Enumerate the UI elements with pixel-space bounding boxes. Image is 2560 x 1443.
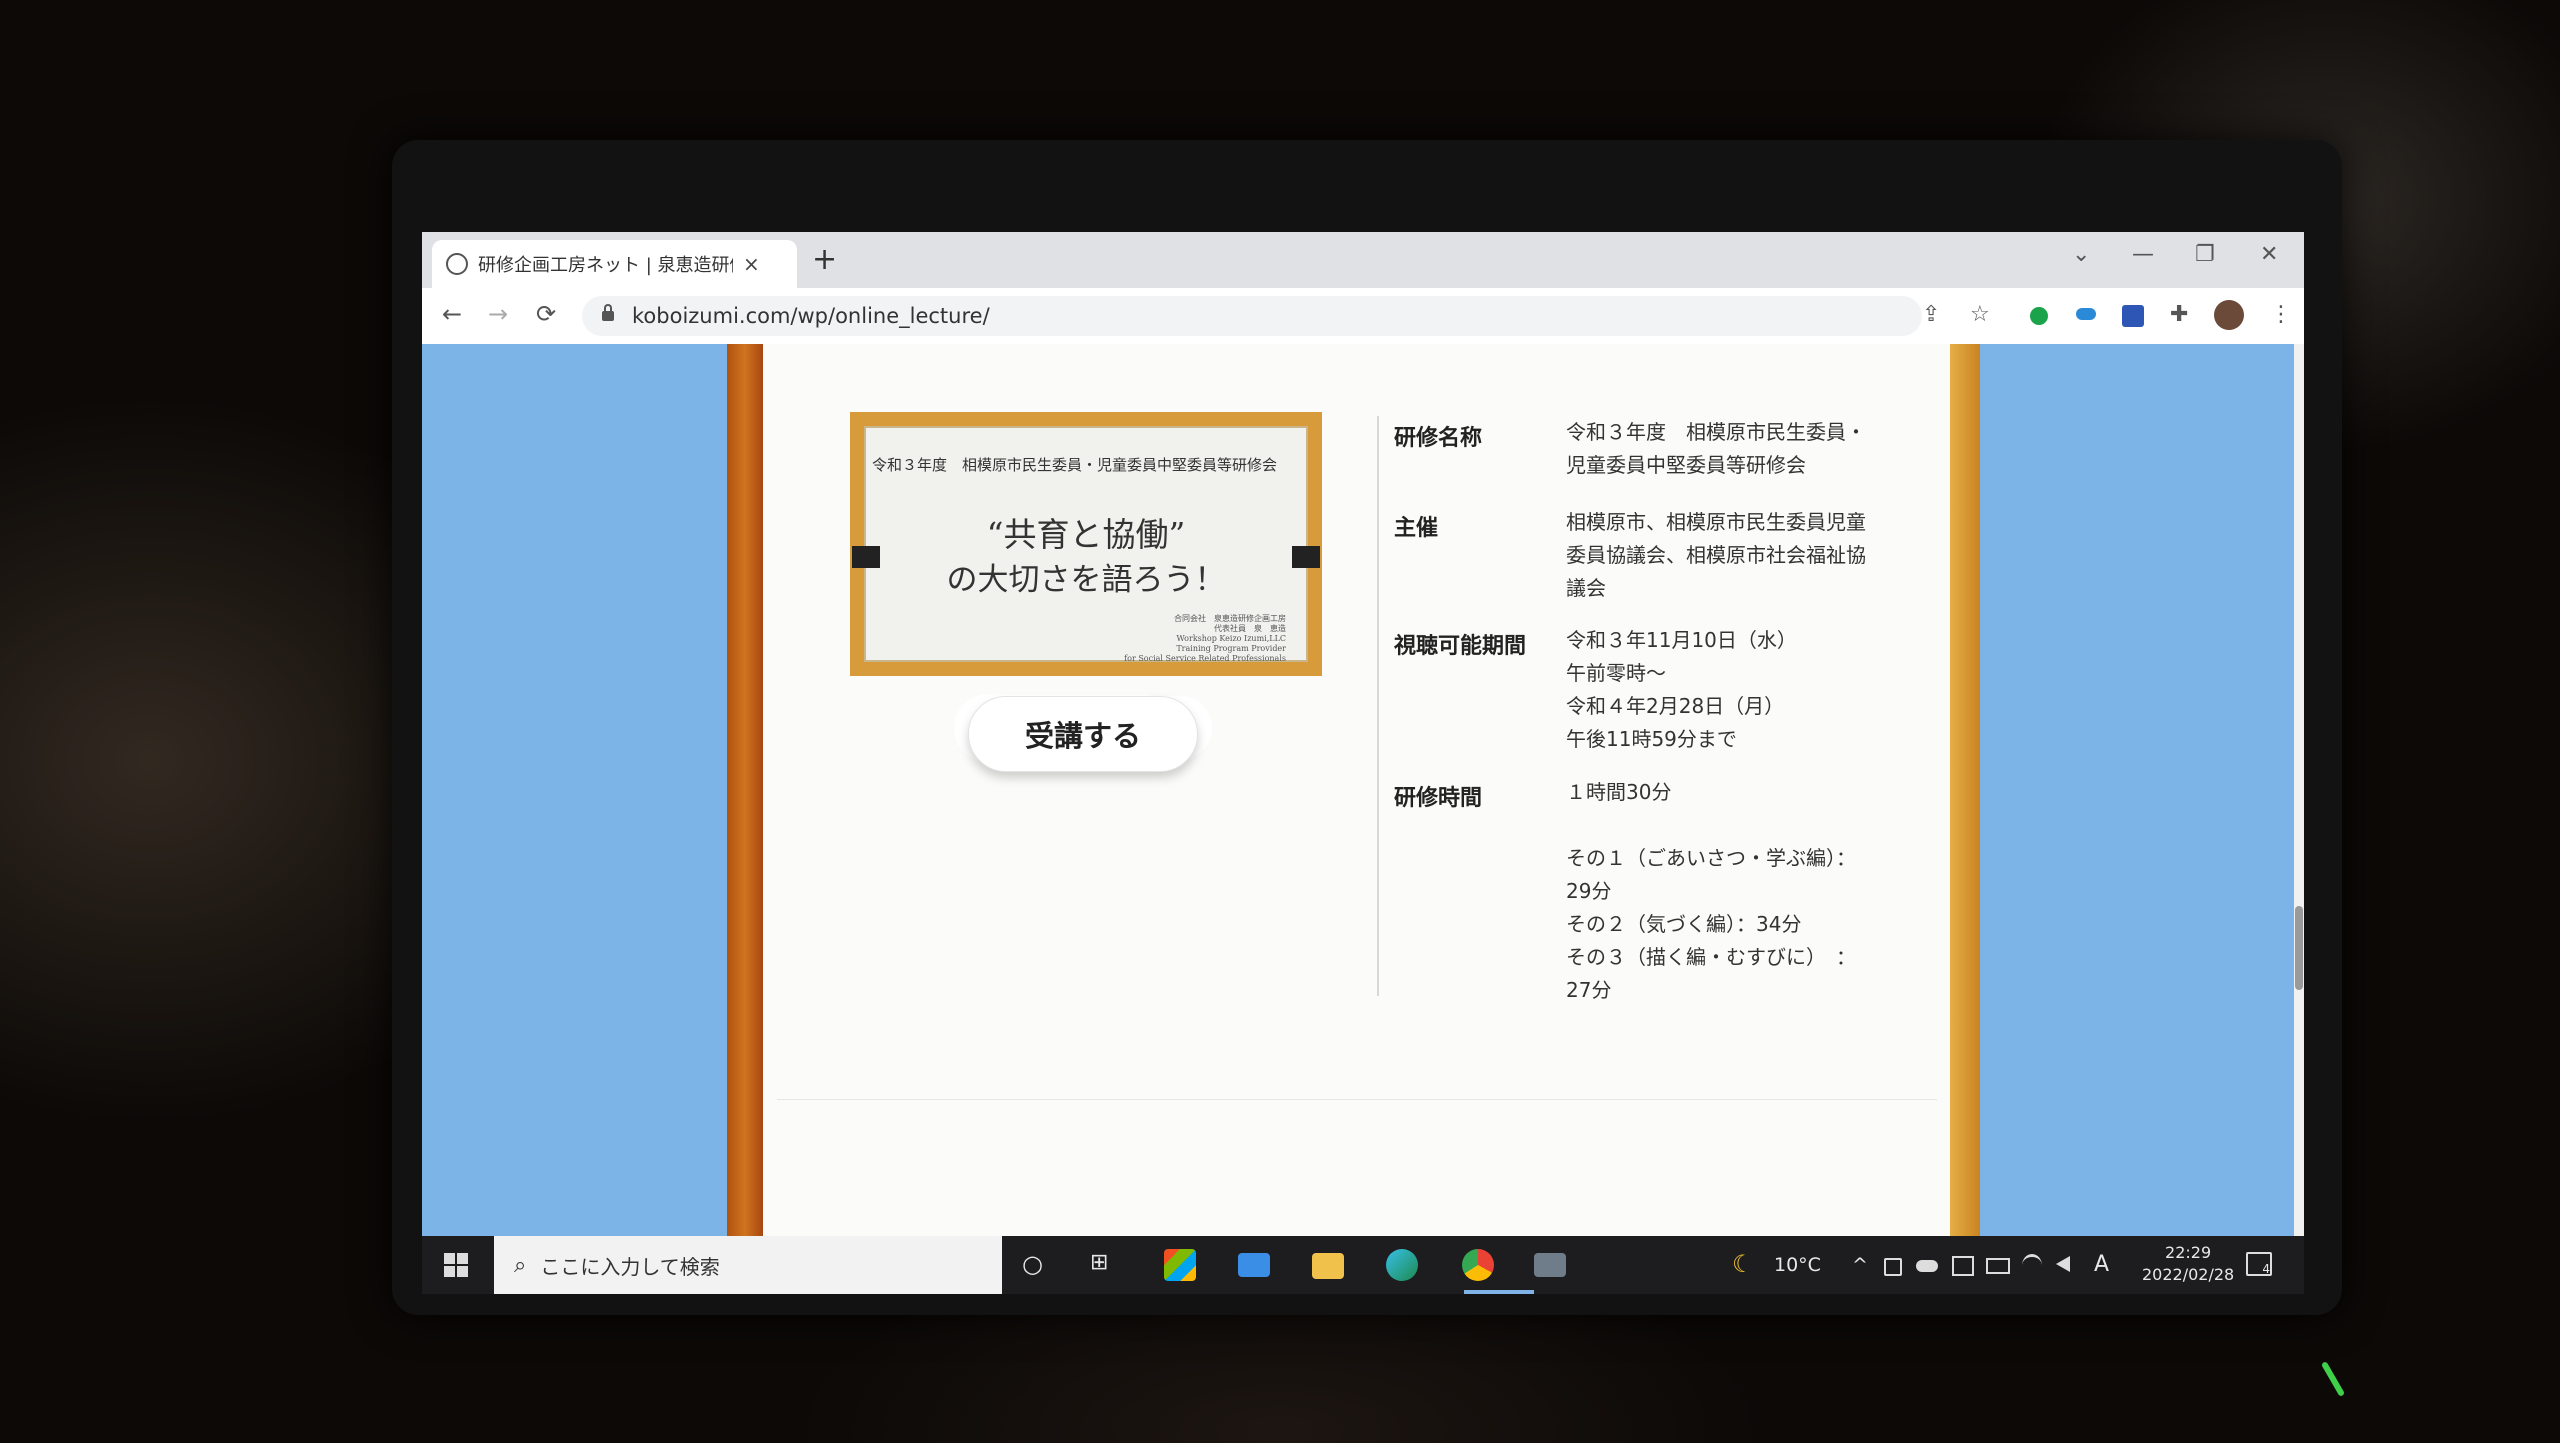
tab-title: 研修企画工房ネット | 泉恵造研修企 (478, 255, 733, 276)
clock-date: 2022/02/28 (2142, 1265, 2235, 1284)
tray-overflow-chevron-icon[interactable]: ^ (1852, 1254, 1868, 1276)
info-value-duration: １時間30分 その１（ごあいさつ・学ぶ編）：29分 その２（気づく編）：34分 … (1566, 780, 1856, 1002)
lecture-title-card-inner: 令和３年度 相模原市民生委員・児童委員中堅委員等研修会 “共育と協働” の大切さ… (852, 426, 1320, 663)
browser-tab[interactable]: 研修企画工房ネット | 泉恵造研修企 × (432, 240, 797, 288)
task-view-icon[interactable]: ⊞ (1090, 1250, 1108, 1275)
chrome-active-indicator (1464, 1290, 1534, 1294)
extensions-puzzle-icon[interactable]: ✚ (2170, 302, 2188, 327)
reload-button[interactable]: ⟳ (536, 300, 556, 328)
display-icon[interactable] (1952, 1256, 1974, 1276)
chrome-menu-icon[interactable]: ⋮ (2270, 302, 2292, 327)
onedrive-tray-icon[interactable] (1916, 1260, 1938, 1272)
wood-border-right (1950, 344, 1980, 1236)
microsoft-store-icon[interactable] (1164, 1249, 1196, 1281)
search-placeholder: ここに入力して検索 (540, 1254, 720, 1279)
info-label-organizer: 主催 (1394, 516, 1439, 541)
browser-toolbar: ← → ⟳ koboizumi.com/wp/online_lecture/ ⇪… (422, 288, 2304, 345)
extension-blue-icon[interactable] (2122, 305, 2144, 327)
ime-indicator[interactable]: A (2094, 1252, 2109, 1277)
back-button[interactable]: ← (442, 300, 462, 328)
info-value-viewing-period: 令和３年11月10日（水） 午前零時～ 令和４年2月28日（月） 午後11時59… (1566, 628, 1797, 751)
notification-count: 4 (2262, 1262, 2270, 1276)
web-page: 令和３年度 相模原市民生委員・児童委員中堅委員等研修会 “共育と協働” の大切さ… (422, 344, 2294, 1236)
chrome-icon[interactable] (1462, 1249, 1494, 1281)
url-text: koboizumi.com/wp/online_lecture/ (632, 304, 990, 328)
extension-green-icon[interactable] (2030, 307, 2048, 325)
address-bar[interactable]: koboizumi.com/wp/online_lecture/ (582, 296, 1922, 336)
cortana-icon[interactable]: ○ (1022, 1250, 1043, 1278)
profile-avatar[interactable] (2214, 300, 2244, 330)
enroll-button[interactable]: 受講する (968, 696, 1198, 772)
share-icon[interactable]: ⇪ (1922, 302, 1940, 327)
scrollbar-thumb[interactable] (2295, 906, 2303, 990)
wood-border-left (727, 344, 763, 1236)
laptop-screen: 研修企画工房ネット | 泉恵造研修企 × + ⌄ — ❐ ✕ ← → ⟳ kob… (422, 232, 2304, 1294)
windows-taskbar: ⌕ ここに入力して検索 ○ ⊞ ☾ 10°C ^ A 22:29 2022/02… (422, 1236, 2304, 1294)
info-label-course-name: 研修名称 (1394, 426, 1483, 451)
edge-icon[interactable] (1386, 1249, 1418, 1281)
close-window-button[interactable]: ✕ (2260, 242, 2278, 267)
windows-start-icon[interactable] (444, 1253, 468, 1277)
card-title-line1: “共育と協働” (986, 515, 1186, 554)
card-title-line2: の大切さを語ろう！ (946, 562, 1226, 598)
section-divider (777, 1099, 1937, 1100)
info-divider (1377, 416, 1379, 996)
browser-titlebar: 研修企画工房ネット | 泉恵造研修企 × + ⌄ — ❐ ✕ (422, 232, 2304, 288)
info-value-course-name: 令和３年度 相模原市民生委員・児童委員中堅委員等研修会 (1566, 420, 1866, 477)
taskbar-search-box[interactable]: ⌕ ここに入力して検索 (494, 1236, 1002, 1294)
clock-time: 22:29 (2165, 1243, 2212, 1262)
lecture-title-card: 令和３年度 相模原市民生委員・児童委員中堅委員等研修会 “共育と協働” の大切さ… (850, 412, 1322, 676)
info-label-viewing-period: 視聴可能期間 (1394, 634, 1527, 659)
temperature-text[interactable]: 10°C (1774, 1254, 1821, 1276)
bookmark-star-icon[interactable]: ☆ (1970, 302, 1990, 327)
tab-search-button[interactable]: ⌄ (2072, 242, 2090, 267)
new-tab-button[interactable]: + (812, 242, 837, 277)
taskbar-clock[interactable]: 22:29 2022/02/28 (2142, 1242, 2234, 1286)
card-subtitle: 令和３年度 相模原市民生委員・児童委員中堅委員等研修会 (872, 456, 1278, 474)
globe-icon (446, 253, 468, 275)
camera-icon[interactable] (1534, 1253, 1566, 1277)
card-credit: 合同会社 泉恵造研修企画工房 代表社員 泉 恵造 Workshop Keizo … (1124, 614, 1286, 663)
minimize-button[interactable]: — (2132, 242, 2154, 267)
file-explorer-icon[interactable] (1312, 1253, 1344, 1279)
maximize-button[interactable]: ❐ (2195, 242, 2215, 267)
lock-icon (602, 304, 614, 321)
weather-moon-icon[interactable]: ☾ (1732, 1250, 1754, 1278)
notification-center-icon[interactable]: 4 (2246, 1252, 2272, 1276)
battery-icon[interactable] (1986, 1258, 2010, 1274)
onedrive-extension-icon[interactable] (2076, 308, 2096, 320)
meet-now-icon[interactable] (1884, 1258, 1902, 1276)
forward-button[interactable]: → (488, 300, 508, 328)
info-label-duration: 研修時間 (1394, 786, 1483, 811)
volume-icon[interactable] (2056, 1256, 2070, 1272)
search-icon: ⌕ (514, 1252, 527, 1278)
mail-icon[interactable] (1238, 1253, 1270, 1277)
tab-close-button[interactable]: × (743, 252, 760, 276)
page-scrollbar[interactable] (2294, 344, 2304, 1236)
info-value-organizer: 相模原市、相模原市民生委員児童委員協議会、相模原市社会福祉協議会 (1566, 510, 1866, 600)
wifi-icon[interactable] (2022, 1254, 2042, 1277)
